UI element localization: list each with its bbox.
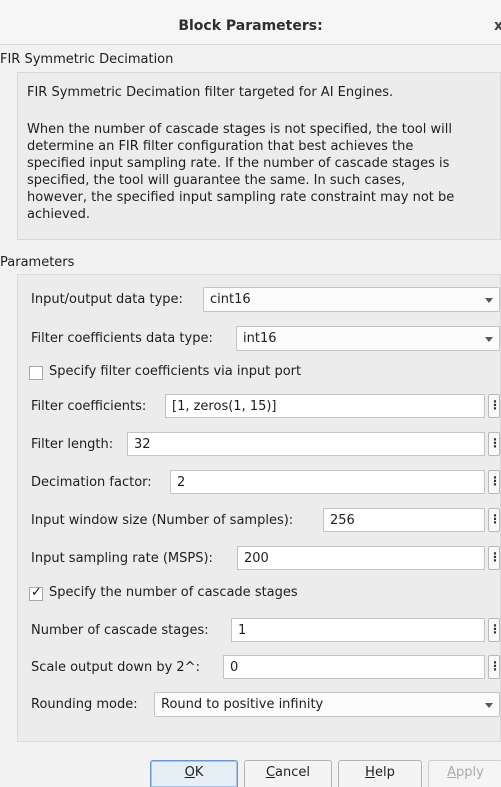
num-cascade-stages-field[interactable]: 1 (231, 618, 485, 642)
description-line: When the number of cascade stages is not… (27, 122, 452, 137)
decimation-factor-label: Decimation factor: (31, 475, 152, 490)
specify-cascade-label: Specify the number of cascade stages (49, 585, 298, 600)
check-mark-icon: ✓ (31, 585, 42, 600)
input-sampling-rate-field[interactable]: 200 (237, 546, 485, 570)
decimation-factor-value: 2 (177, 475, 186, 490)
filter-coefficients-value: [1, zeros(1, 15)] (172, 399, 277, 414)
more-options-icon[interactable]: ⋮ (488, 394, 501, 418)
more-options-icon[interactable]: ⋮ (488, 508, 501, 532)
description-line: FIR Symmetric Decimation filter targeted… (27, 85, 394, 100)
cancel-button[interactable]: Cancel (244, 760, 332, 787)
parameters-section-title: Parameters (0, 255, 75, 270)
coeff-data-type-value: int16 (243, 331, 277, 346)
close-icon[interactable]: x (494, 18, 501, 34)
description-line: however, the specified input sampling ra… (27, 190, 455, 205)
coeff-via-port-checkbox[interactable] (29, 366, 43, 380)
num-cascade-stages-label: Number of cascade stages: (31, 623, 209, 638)
io-data-type-value: cint16 (210, 292, 251, 307)
num-cascade-stages-value: 1 (238, 623, 247, 638)
block-parameters-dialog: Block Parameters: x FIR Symmetric Decima… (0, 0, 501, 787)
chevron-down-icon (485, 337, 493, 342)
input-window-size-label: Input window size (Number of samples): (31, 513, 294, 528)
rounding-mode-label: Rounding mode: (31, 697, 138, 712)
rounding-mode-select[interactable]: Round to positive infinity (154, 692, 500, 717)
apply-button: Apply (428, 760, 501, 787)
filter-coefficients-field[interactable]: [1, zeros(1, 15)] (165, 394, 485, 418)
scale-output-label: Scale output down by 2^: (31, 660, 200, 675)
specify-cascade-checkbox[interactable]: ✓ (29, 585, 43, 601)
filter-length-value: 32 (134, 437, 151, 452)
help-button[interactable]: Help (338, 760, 422, 787)
chevron-down-icon (485, 298, 493, 303)
filter-length-field[interactable]: 32 (127, 432, 485, 456)
more-options-icon[interactable]: ⋮ (488, 432, 501, 456)
input-window-size-field[interactable]: 256 (323, 508, 485, 532)
scale-output-field[interactable]: 0 (223, 655, 485, 679)
io-data-type-label: Input/output data type: (31, 292, 183, 307)
decimation-factor-field[interactable]: 2 (170, 470, 485, 494)
description-line: specified input sampling rate. If the nu… (27, 156, 450, 171)
description-line: determine an FIR filter configuration th… (27, 139, 414, 154)
more-options-icon[interactable]: ⋮ (488, 546, 501, 570)
io-data-type-select[interactable]: cint16 (203, 287, 500, 312)
filter-coefficients-label: Filter coefficients: (31, 399, 147, 414)
filter-length-label: Filter length: (31, 437, 114, 452)
more-options-icon[interactable]: ⋮ (488, 655, 501, 679)
ok-button[interactable]: OK (150, 760, 238, 787)
description-line: specified, the tool will guarantee the s… (27, 173, 406, 188)
input-window-size-value: 256 (330, 513, 355, 528)
input-sampling-rate-label: Input sampling rate (MSPS): (31, 551, 213, 566)
window-title: Block Parameters: (178, 18, 323, 34)
title-bar: Block Parameters: x (0, 0, 501, 45)
input-sampling-rate-value: 200 (244, 551, 269, 566)
description-line: achieved. (27, 207, 91, 222)
rounding-mode-value: Round to positive infinity (161, 697, 324, 712)
more-options-icon[interactable]: ⋮ (488, 618, 501, 642)
scale-output-value: 0 (230, 660, 239, 675)
coeff-data-type-label: Filter coefficients data type: (31, 331, 213, 346)
block-name: FIR Symmetric Decimation (0, 52, 174, 67)
coeff-via-port-label: Specify filter coefficients via input po… (49, 364, 302, 379)
more-options-icon[interactable]: ⋮ (488, 470, 501, 494)
chevron-down-icon (485, 703, 493, 708)
coeff-data-type-select[interactable]: int16 (236, 326, 500, 351)
